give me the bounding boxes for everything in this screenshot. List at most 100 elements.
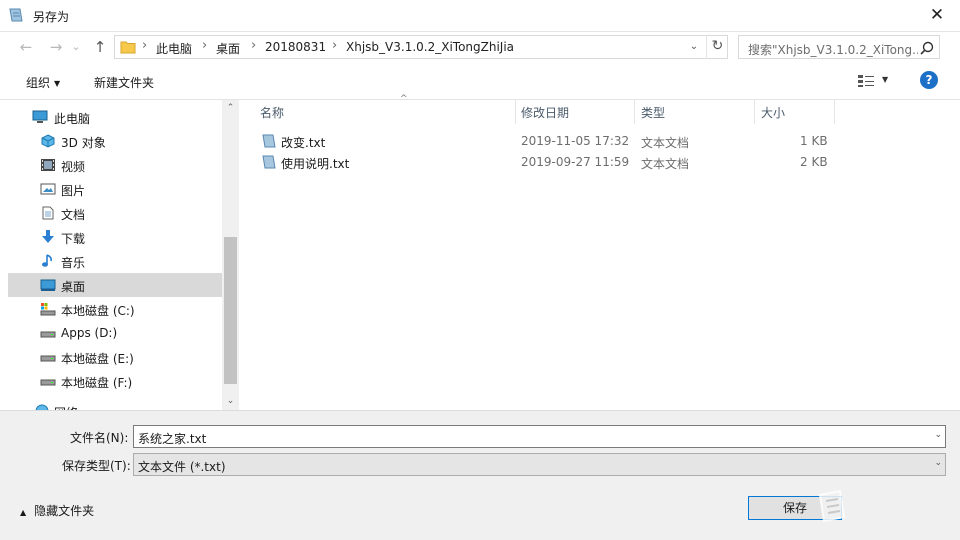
music-icon — [42, 254, 52, 267]
system-drive-icon — [40, 303, 56, 316]
sidebar-item-network[interactable]: 网络 — [8, 399, 222, 410]
table-row[interactable]: 使用说明.txt 2019-09-27 11:59 文本文档 2 KB — [258, 152, 850, 173]
file-name: 使用说明.txt — [281, 157, 350, 171]
file-modified: 2019-11-05 17:32 — [521, 134, 630, 148]
watermark-logo — [818, 489, 948, 523]
sidebar-item-label: 本地磁盘 (C:) — [61, 304, 135, 318]
documents-icon — [42, 206, 54, 220]
chevron-down-icon[interactable]: ⌄ — [934, 430, 942, 440]
3d-objects-icon — [41, 134, 55, 148]
filename-value: 系统之家.txt — [138, 432, 207, 446]
sort-ascending-icon: ^ — [400, 94, 408, 104]
navigation-pane-scrollbar[interactable]: ⌃ ⌄ — [222, 100, 239, 410]
sidebar-item-label: 本地磁盘 (E:) — [61, 352, 134, 366]
folder-icon — [120, 41, 136, 54]
sidebar-item-label: Apps (D:) — [61, 326, 118, 340]
video-icon — [41, 159, 55, 171]
sidebar-item-label: 下载 — [61, 232, 86, 246]
view-options-icon[interactable] — [857, 74, 875, 88]
breadcrumb-separator: › — [202, 38, 208, 53]
sidebar-item-videos[interactable]: 视频 — [8, 153, 222, 177]
sidebar-item-label: 视频 — [61, 160, 86, 174]
command-toolbar: 组织 ▼ 新建文件夹 ▼ ? — [0, 62, 960, 100]
hide-folders-toggle[interactable]: ▲ 隐藏文件夹 — [20, 502, 94, 519]
filetype-value: 文本文件 (*.txt) — [138, 460, 226, 474]
filetype-select[interactable]: 文本文件 (*.txt) ⌄ — [133, 453, 946, 476]
pc-icon — [32, 110, 48, 123]
organize-label: 组织 — [26, 76, 51, 90]
file-size: 2 KB — [800, 155, 828, 169]
sidebar-item-desktop[interactable]: 桌面 — [8, 273, 222, 297]
sidebar-item-label: 3D 对象 — [61, 136, 106, 150]
column-header-name[interactable]: 名称 ^ — [260, 94, 408, 124]
sidebar-item-label: 音乐 — [61, 256, 86, 270]
sidebar-item-label: 本地磁盘 (F:) — [61, 376, 133, 390]
file-type: 文本文档 — [641, 136, 690, 150]
breadcrumb-separator: › — [142, 38, 148, 53]
filetype-label: 保存类型(T): — [62, 459, 131, 473]
column-divider[interactable] — [634, 100, 635, 124]
chevron-up-icon: ▲ — [20, 508, 27, 517]
address-bar[interactable]: › 此电脑 › 桌面 › 20180831 › Xhjsb_V3.1.0.2_X… — [114, 35, 728, 59]
column-divider[interactable] — [834, 100, 835, 124]
close-button[interactable]: ✕ — [914, 0, 960, 32]
breadcrumb-separator: › — [251, 38, 257, 53]
sidebar-item-drive-c[interactable]: 本地磁盘 (C:) — [8, 297, 222, 321]
pictures-icon — [40, 183, 56, 195]
file-list: 名称 ^ 修改日期 类型 大小 改变.txt 2019-11-05 17:32 … — [240, 94, 960, 410]
breadcrumb-this-pc[interactable]: 此电脑 — [156, 40, 192, 57]
view-options-dropdown[interactable]: ▼ — [882, 75, 888, 84]
sidebar-item-drive-e[interactable]: 本地磁盘 (E:) — [8, 345, 222, 369]
column-label: 名称 — [260, 106, 285, 120]
drive-icon — [40, 379, 56, 386]
sidebar-item-label: 文档 — [61, 208, 86, 222]
column-header-modified[interactable]: 修改日期 — [521, 100, 569, 124]
forward-button[interactable]: → — [44, 36, 68, 60]
address-dropdown-button[interactable]: ⌄ — [683, 36, 705, 58]
desktop-icon — [40, 279, 56, 291]
recent-locations-button[interactable]: ⌄ — [68, 36, 84, 60]
sidebar-item-label: 图片 — [61, 184, 86, 198]
breadcrumb-20180831[interactable]: 20180831 — [265, 40, 326, 54]
file-modified: 2019-09-27 11:59 — [521, 155, 630, 169]
organize-menu[interactable]: 组织 ▼ — [26, 74, 60, 91]
scroll-down-arrow[interactable]: ⌄ — [222, 393, 239, 410]
sidebar-item-downloads[interactable]: 下载 — [8, 225, 222, 249]
download-icon — [42, 230, 54, 243]
sidebar-item-drive-d[interactable]: Apps (D:) — [8, 321, 222, 345]
file-type: 文本文档 — [641, 157, 690, 171]
search-placeholder: 搜索"Xhjsb_V3.1.0.2_XiTong... — [748, 43, 918, 57]
sidebar-item-label: 此电脑 — [54, 112, 91, 126]
drive-icon — [40, 331, 56, 338]
window-title: 另存为 — [33, 10, 70, 24]
table-row[interactable]: 改变.txt 2019-11-05 17:32 文本文档 1 KB — [258, 131, 850, 152]
scroll-up-arrow[interactable]: ⌃ — [222, 100, 239, 117]
sidebar-item-documents[interactable]: 文档 — [8, 201, 222, 225]
file-name: 改变.txt — [281, 136, 326, 150]
chevron-down-icon: ▼ — [54, 79, 61, 88]
refresh-button[interactable]: ↻ — [706, 35, 728, 59]
column-divider[interactable] — [515, 100, 516, 124]
scrollbar-thumb[interactable] — [224, 237, 237, 384]
sidebar-item-label: 桌面 — [61, 280, 86, 294]
breadcrumb-desktop[interactable]: 桌面 — [216, 40, 240, 57]
sidebar-item-pictures[interactable]: 图片 — [8, 177, 222, 201]
new-folder-button[interactable]: 新建文件夹 — [94, 74, 154, 91]
sidebar-item-this-pc[interactable]: 此电脑 — [8, 105, 222, 129]
column-divider[interactable] — [754, 100, 755, 124]
help-icon[interactable]: ? — [920, 71, 938, 89]
sidebar-item-drive-f[interactable]: 本地磁盘 (F:) — [8, 369, 222, 393]
up-button[interactable]: ↑ — [88, 36, 112, 60]
chevron-down-icon[interactable]: ⌄ — [934, 458, 942, 468]
breadcrumb-separator: › — [332, 38, 338, 53]
filename-label: 文件名(N): — [70, 431, 129, 445]
column-header-type[interactable]: 类型 — [641, 100, 665, 124]
breadcrumb-current-folder[interactable]: Xhjsb_V3.1.0.2_XiTongZhiJia — [346, 40, 514, 54]
sidebar-item-3d-objects[interactable]: 3D 对象 — [8, 129, 222, 153]
text-file-icon — [262, 134, 276, 148]
search-box[interactable]: 搜索"Xhjsb_V3.1.0.2_XiTong... — [738, 35, 940, 59]
sidebar-item-music[interactable]: 音乐 — [8, 249, 222, 273]
column-header-size[interactable]: 大小 — [761, 100, 785, 124]
back-button[interactable]: ← — [14, 36, 38, 60]
filename-input[interactable]: 系统之家.txt ⌄ — [133, 425, 946, 448]
